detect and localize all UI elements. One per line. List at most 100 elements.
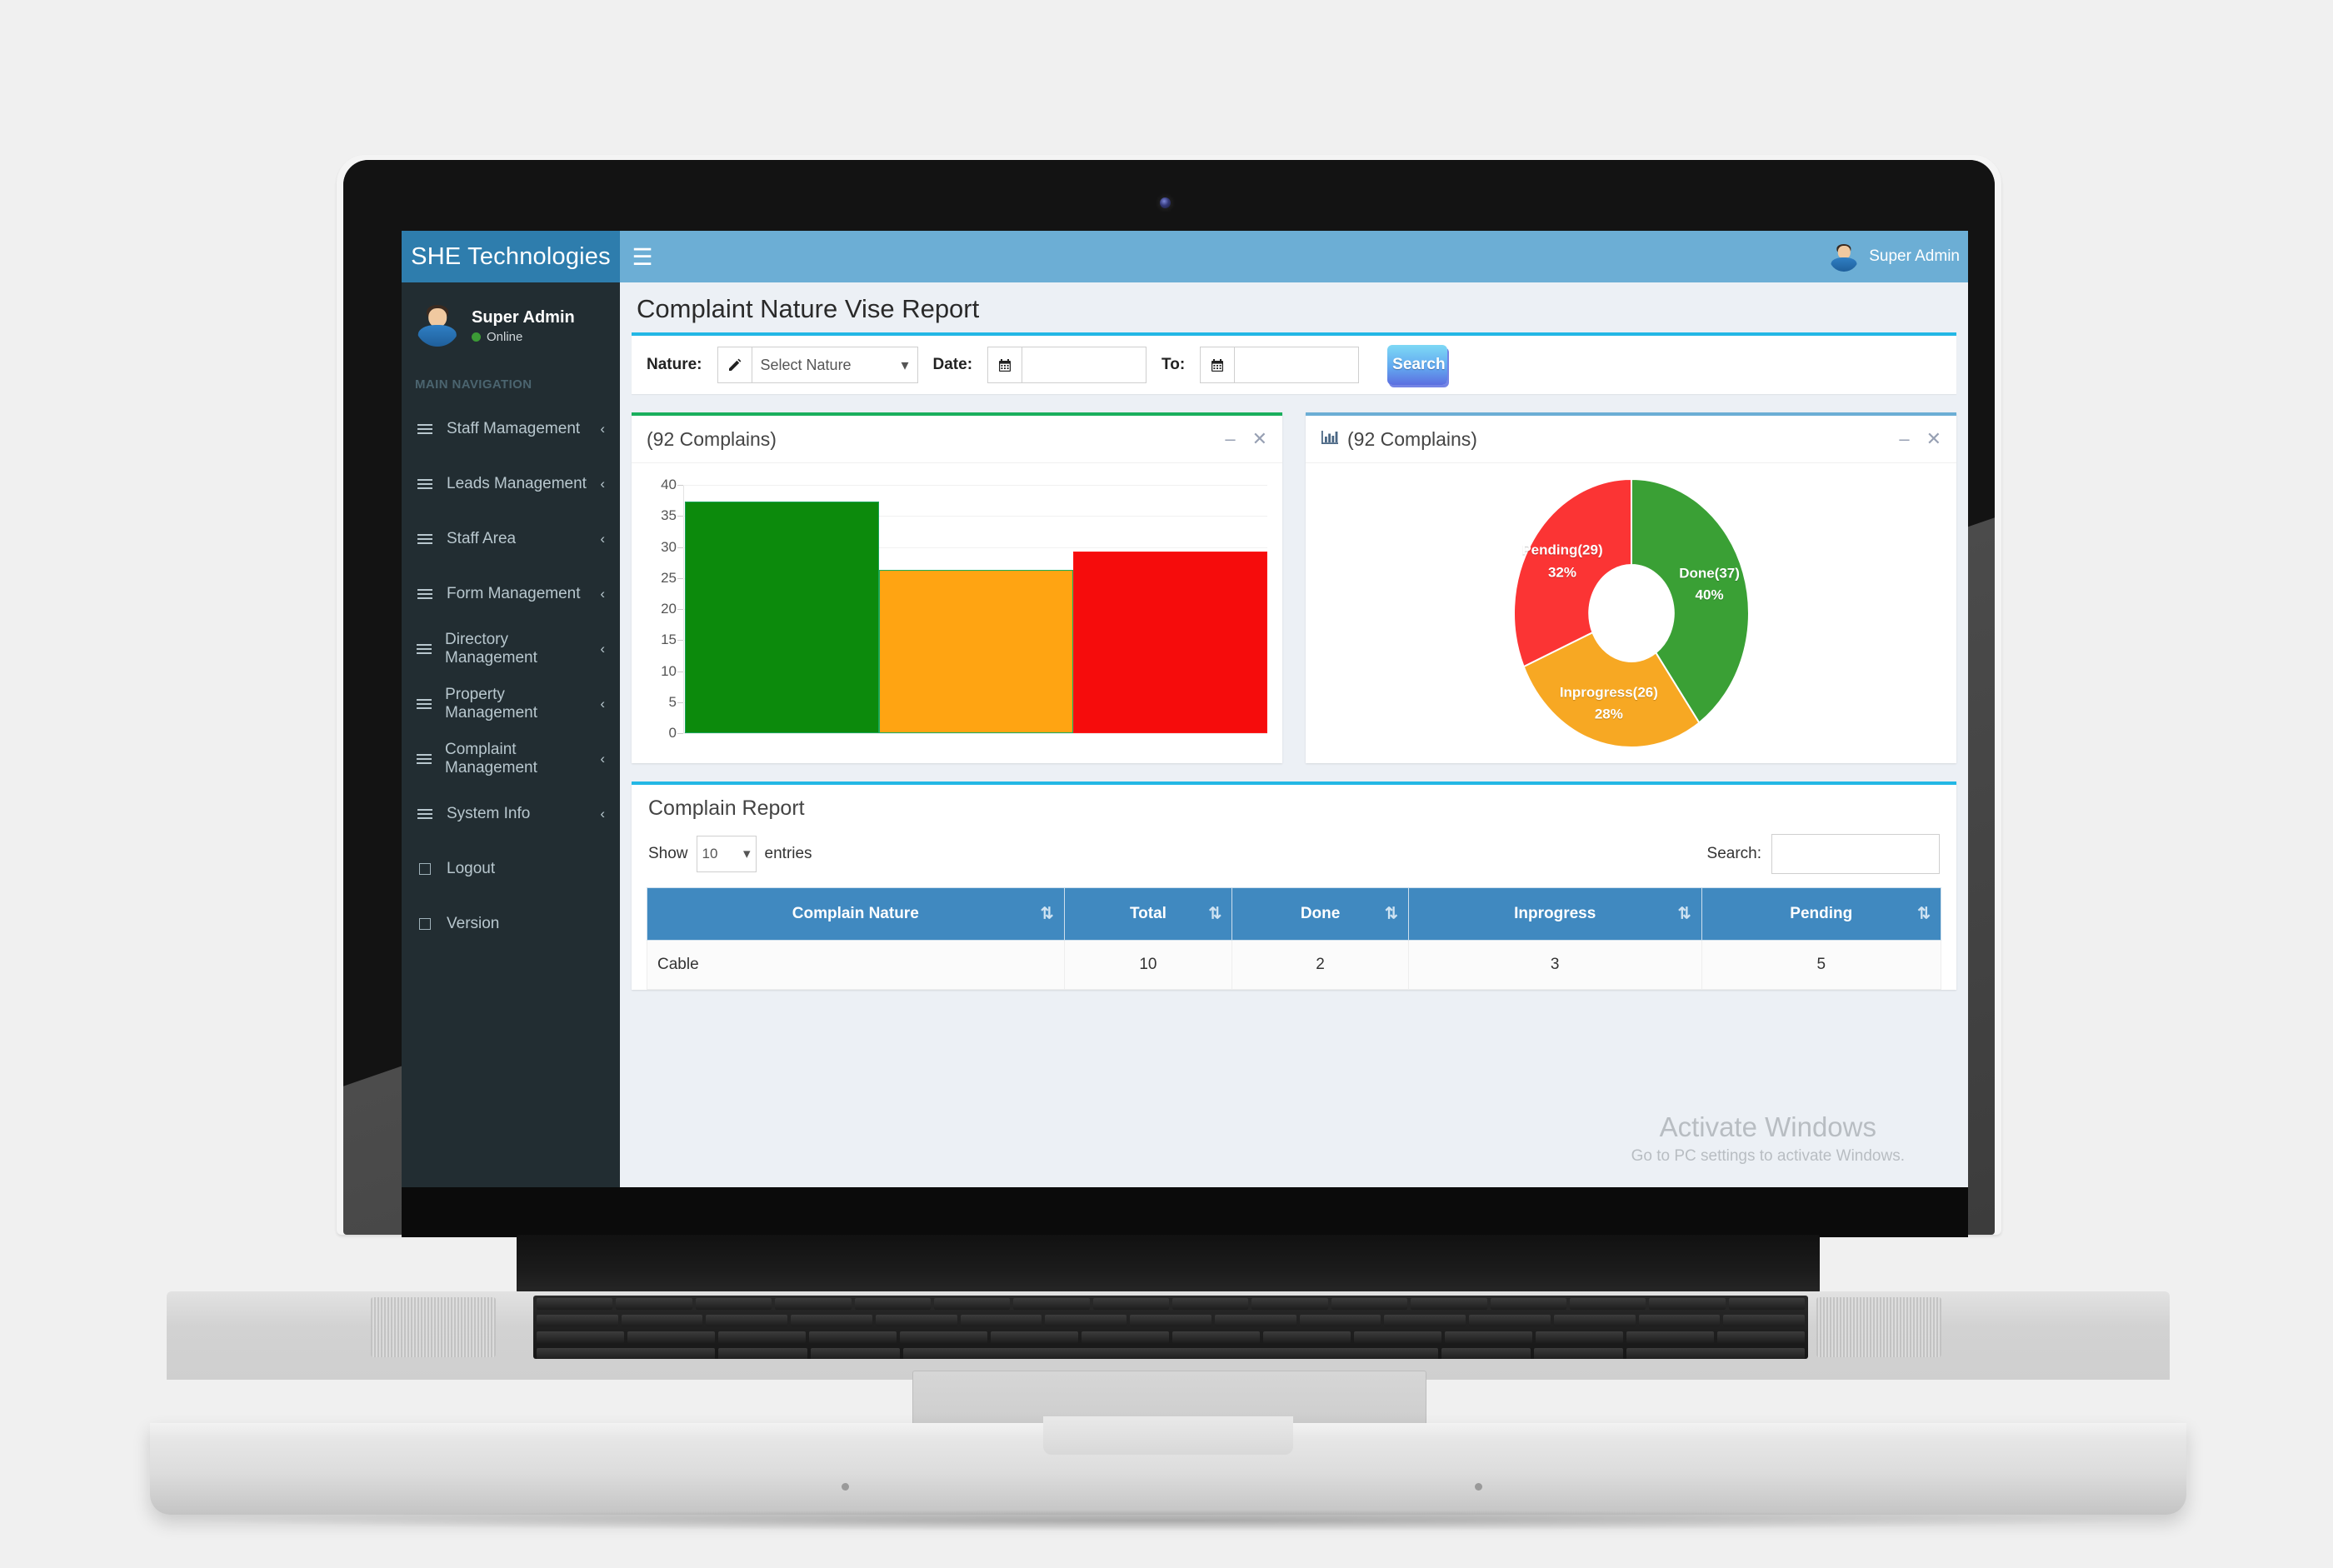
online-dot-icon <box>472 332 481 342</box>
date-label: Date: <box>932 356 973 373</box>
sidebar-item-version[interactable]: Version <box>402 896 620 951</box>
pie-card-tools: – ✕ <box>1899 428 1941 450</box>
pie-card-title-wrap: (92 Complains) <box>1321 428 1477 451</box>
sidebar-username: Super Admin <box>472 307 575 327</box>
chevron-left-icon: ‹ <box>600 751 605 767</box>
topbar-user-menu[interactable]: Super Admin <box>1829 242 1968 272</box>
sort-icon[interactable]: ⇅ <box>1917 905 1931 924</box>
table-column-complain-nature[interactable]: Complain Nature ⇅ <box>647 887 1065 941</box>
key-row <box>533 1346 1808 1359</box>
column-label: Done <box>1300 905 1341 922</box>
bar-inprogress <box>879 570 1073 733</box>
pie-label-percent: 32% <box>1547 564 1576 581</box>
date-to-input[interactable] <box>1235 347 1359 382</box>
y-axis-tick <box>677 733 683 734</box>
pie-label-percent: 40% <box>1695 587 1724 603</box>
close-icon[interactable]: ✕ <box>1252 428 1267 450</box>
table-row: Cable 10 2 3 5 <box>647 940 1942 990</box>
bar-card-title: (92 Complains) <box>647 427 777 450</box>
admin-dashboard-app: SHE Technologies ☰ Super Admin Super Adm… <box>402 231 1968 1187</box>
y-axis-tick <box>677 702 683 703</box>
column-label: Pending <box>1790 905 1853 922</box>
sidebar-nav-list: Staff Mamagement ‹ Leads Management ‹ Staff … <box>402 402 620 951</box>
pie-chart-card: (92 Complains) – ✕ Done(37) 40% Inprogress… <box>1306 412 1956 763</box>
date-input-group[interactable] <box>987 347 1147 383</box>
y-axis-tick <box>677 609 683 610</box>
minimize-icon[interactable]: – <box>1225 428 1235 450</box>
y-axis-tick-label: 30 <box>661 538 677 555</box>
table-column-inprogress[interactable]: Inprogress ⇅ <box>1407 887 1702 941</box>
laptop-mockup: SHE Technologies ☰ Super Admin Super Adm… <box>0 0 2333 1568</box>
sidebar-item-directory-management[interactable]: Directory Management ‹ <box>402 622 620 677</box>
windows-activation-watermark: Activate Windows Go to PC settings to ac… <box>1631 1111 1905 1166</box>
y-axis-tick-label: 10 <box>661 662 677 679</box>
sort-desc-icon[interactable]: ⇅ <box>1041 905 1054 924</box>
table-column-pending[interactable]: Pending ⇅ <box>1701 887 1942 941</box>
pie-card-title: (92 Complains) <box>1347 427 1477 450</box>
calendar-icon[interactable] <box>1201 347 1236 382</box>
chevron-left-icon: ‹ <box>600 641 605 657</box>
chevron-left-icon: ‹ <box>600 806 605 821</box>
report-table-card: Complain Report Show 10 ▾ entries Search… <box>632 782 1956 990</box>
sidebar-user-status: Online <box>472 330 575 344</box>
avatar <box>1829 242 1859 272</box>
chevron-left-icon: ‹ <box>600 421 605 437</box>
hamburger-icon[interactable]: ☰ <box>620 231 665 282</box>
pie-label-inprogress: Inprogress(26) 28% <box>1560 682 1658 726</box>
bar-plot-area: 0 5 10 15 20 25 30 35 40 <box>661 477 1267 741</box>
cell-done: 2 <box>1231 940 1409 990</box>
sidebar-item-label: Directory Management <box>445 631 537 667</box>
pie-label-pending: Pending(29) 32% <box>1521 540 1602 584</box>
sidebar-status-label: Online <box>487 329 523 344</box>
close-icon[interactable]: ✕ <box>1926 428 1941 450</box>
to-input-group[interactable] <box>1200 347 1360 383</box>
date-from-input[interactable] <box>1022 347 1147 382</box>
search-button[interactable]: Search <box>1387 345 1448 385</box>
sidebar-item-staff-mamagement[interactable]: Staff Mamagement ‹ <box>402 402 620 457</box>
sidebar-item-logout[interactable]: Logout <box>402 841 620 896</box>
webcam-icon <box>1160 197 1171 208</box>
calendar-icon[interactable] <box>988 347 1023 382</box>
sort-icon[interactable]: ⇅ <box>1678 905 1691 924</box>
sidebar-item-form-management[interactable]: Form Management ‹ <box>402 567 620 622</box>
brand-logo[interactable]: SHE Technologies <box>402 231 620 282</box>
keyboard <box>533 1296 1808 1359</box>
minimize-icon[interactable]: – <box>1899 428 1909 450</box>
chevron-down-icon: ▾ <box>901 356 909 373</box>
chevron-left-icon: ‹ <box>600 476 605 492</box>
sidebar-item-system-info[interactable]: System Info ‹ <box>402 786 620 841</box>
column-label: Complain Nature <box>792 905 919 922</box>
sidebar-section-header: MAIN NAVIGATION <box>415 377 532 392</box>
sidebar-item-label: Property Management <box>445 686 538 722</box>
pie-label-text: Pending(29) <box>1521 542 1603 558</box>
y-axis-tick-label: 25 <box>661 569 677 586</box>
sidebar-item-complaint-management[interactable]: Complaint Management ‹ <box>402 732 620 786</box>
report-title: Complain Report <box>648 796 805 820</box>
square-icon <box>417 863 433 875</box>
table-column-done[interactable]: Done ⇅ <box>1231 887 1409 941</box>
bar-chart-card: (92 Complains) – ✕ 0 5 10 15 20 25 30 35… <box>632 412 1282 763</box>
square-icon <box>417 918 433 930</box>
sort-icon[interactable]: ⇅ <box>1208 905 1221 924</box>
sidebar-item-label: Staff Mamagement <box>447 420 581 437</box>
sidebar-item-property-management[interactable]: Property Management ‹ <box>402 677 620 732</box>
y-axis-tick-label: 40 <box>661 477 677 492</box>
screen-lower-dark-area <box>402 1187 1968 1237</box>
sort-icon[interactable]: ⇅ <box>1385 905 1398 924</box>
column-label: Inprogress <box>1514 905 1596 922</box>
search-label: Search: <box>1706 845 1761 862</box>
cell-pending: 5 <box>1701 940 1942 990</box>
table-column-total[interactable]: Total ⇅ <box>1063 887 1233 941</box>
y-axis-tick <box>677 485 683 486</box>
page-size-select[interactable]: 10 ▾ <box>696 836 757 872</box>
sidebar-item-staff-area[interactable]: Staff Area ‹ <box>402 512 620 567</box>
watermark-line-2: Go to PC settings to activate Windows. <box>1631 1147 1905 1165</box>
edit-pencil-icon[interactable] <box>717 347 752 382</box>
nature-select[interactable]: Select Nature ▾ <box>752 347 917 382</box>
sidebar-user-panel[interactable]: Super Admin Online <box>402 282 620 366</box>
sidebar-item-leads-management[interactable]: Leads Management ‹ <box>402 457 620 512</box>
nature-select-group[interactable]: Select Nature ▾ <box>717 347 918 383</box>
table-search-input[interactable] <box>1771 834 1940 874</box>
show-label: Show <box>648 845 688 862</box>
y-axis-tick-label: 35 <box>661 507 677 524</box>
